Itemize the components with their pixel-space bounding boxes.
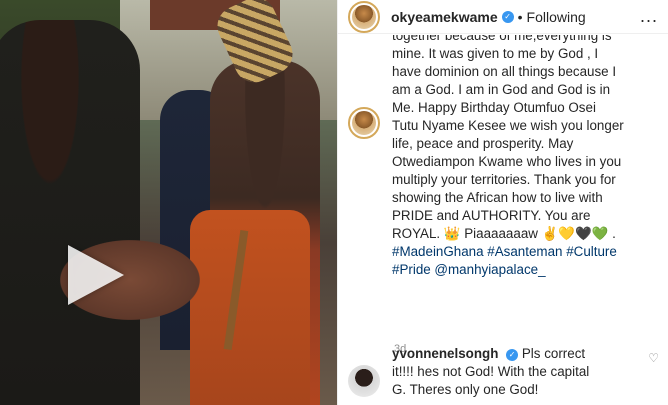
verified-icon: ✓ [501,10,514,23]
author-avatar[interactable] [348,0,380,33]
caption-avatar[interactable] [348,107,380,139]
caption-line: am a God. I am in God and God is in [392,82,611,97]
caption-line: Tutu Nyame Kesee we wish you longer [392,118,624,133]
caption-line: Me. Happy Birthday Otumfuo Osei [392,100,596,115]
hashtags-line[interactable]: #Pride @manhyiapalace_ [392,261,652,279]
video-cloth [190,210,310,405]
post-video[interactable] [0,0,337,405]
caption-line: life, peace and prosperity. May [392,136,574,151]
post-header: okyeamekwame ✓ • Following ... [338,0,668,34]
video-elder [0,20,140,405]
commenter-avatar[interactable] [348,365,380,397]
caption-line: multiply your territories. Thank you for [392,172,616,187]
like-heart-icon[interactable]: ♡ [648,351,659,399]
comment-line: Pls correct [521,346,586,361]
caption-line: together because of me,everything is [392,35,612,43]
play-icon[interactable] [68,245,124,305]
comment-item: yvonnenelsongh ✓ Pls correct it!!!! hes … [348,345,659,399]
author-username[interactable]: okyeamekwame [391,9,498,25]
separator-dot: • [517,8,523,25]
caption-line: ROYAL. 👑 Piaaaaaaaw ✌️💛🖤💚 . [392,226,616,241]
caption-line: have dominion on all things because I [392,64,617,79]
hashtags-line[interactable]: #MadeinGhana #Asanteman #Culture [392,243,652,261]
instagram-post: okyeamekwame ✓ • Following ... together … [0,0,668,405]
caption: together because of me,everything is min… [338,35,668,279]
post-sidebar: okyeamekwame ✓ • Following ... together … [337,0,668,405]
caption-line: PRIDE and AUTHORITY. You are [392,208,591,223]
comment-line: it!!!! hes not God! With the capital [392,364,590,379]
comments-section[interactable]: together because of me,everything is min… [338,35,668,405]
caption-line: mine. It was given to me by God , I [392,46,599,61]
comment-text: yvonnenelsongh ✓ Pls correct it!!!! hes … [392,345,632,399]
comment-line: G. Theres only one God! [392,382,539,397]
more-options-icon[interactable]: ... [640,6,658,27]
following-button[interactable]: Following [527,9,586,25]
caption-line: showing the African how to live with [392,190,603,205]
caption-line: Otwediampon Kwame who lives in you [392,154,622,169]
commenter-username[interactable]: yvonnenelsongh [392,346,498,361]
verified-icon: ✓ [506,349,519,361]
caption-text: together because of me,everything is min… [392,35,652,279]
